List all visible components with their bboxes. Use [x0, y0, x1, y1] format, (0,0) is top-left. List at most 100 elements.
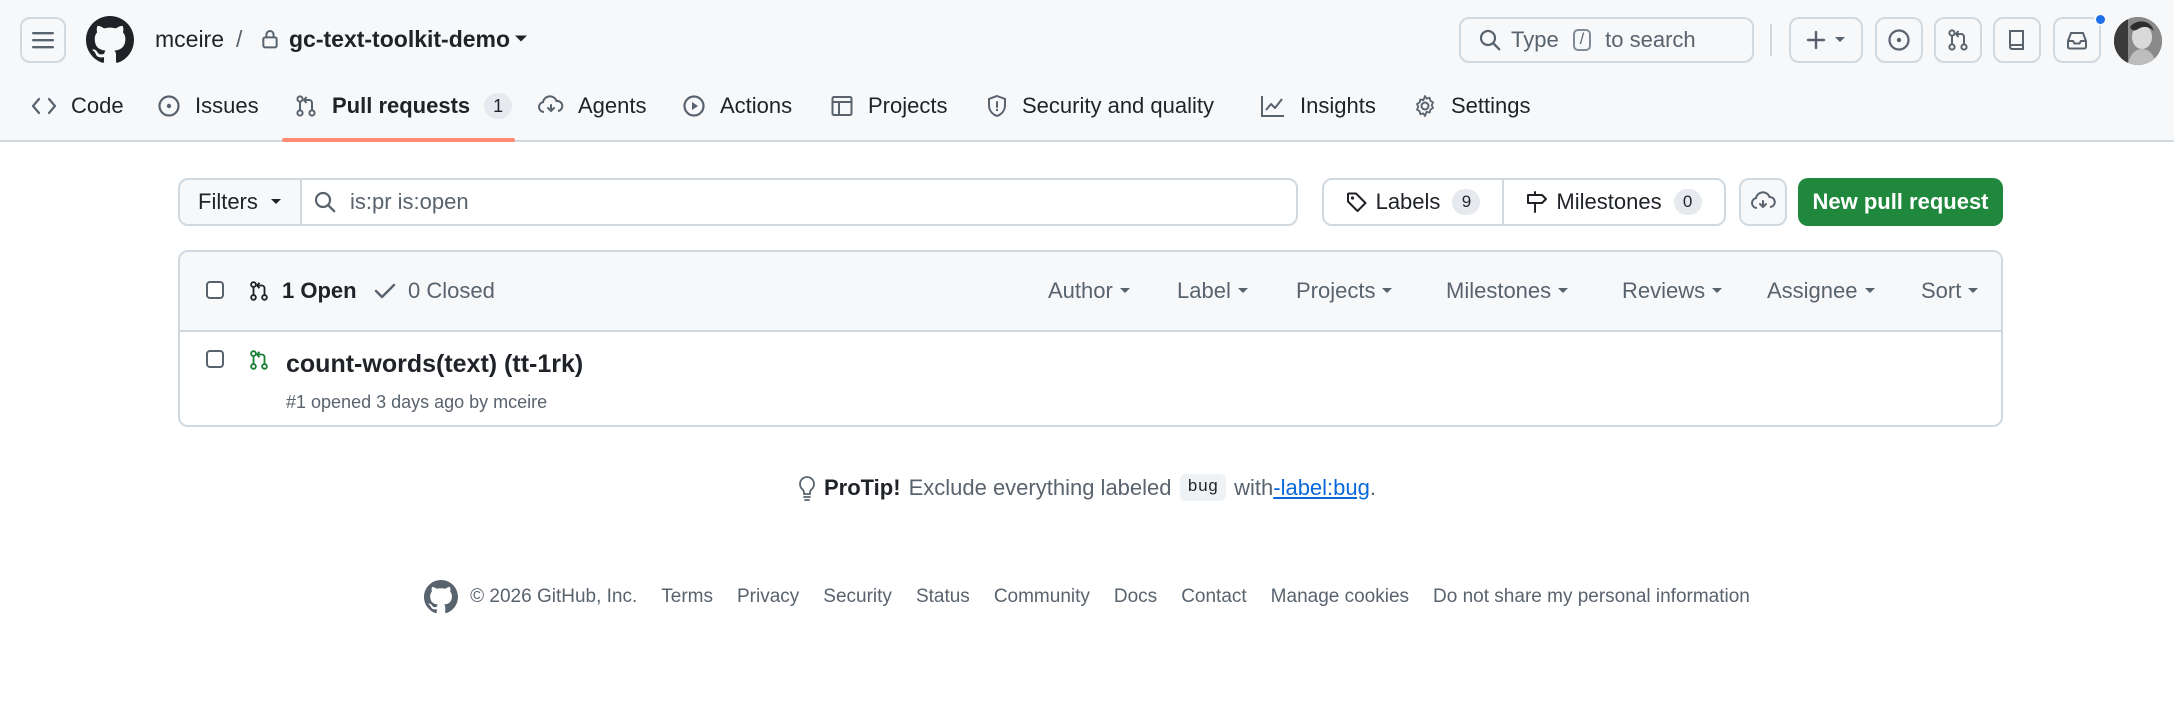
tab-pull-requests-label: Pull requests	[332, 93, 471, 118]
open-filter-link[interactable]: 1 Open	[248, 278, 357, 304]
pr-title-link[interactable]: count-words(text) (tt-1rk)	[286, 350, 583, 379]
tab-insights[interactable]: Insights	[1260, 88, 1376, 124]
footer-link-privacy[interactable]: Privacy	[737, 586, 799, 608]
protip: ProTip! Exclude everything labeled bug w…	[0, 474, 2174, 501]
filters-dropdown-button[interactable]: Filters	[178, 178, 302, 226]
user-avatar[interactable]	[2114, 17, 2162, 65]
new-pull-request-button[interactable]: New pull request	[1798, 178, 2003, 226]
search-hint-pre: Type	[1511, 27, 1559, 52]
pull-requests-shortcut-button[interactable]	[1934, 17, 1982, 63]
chevron-down-icon	[270, 199, 281, 204]
inbox-button[interactable]	[2053, 17, 2101, 63]
git-pull-request-icon	[1948, 29, 1968, 51]
assignee-filter[interactable]: Assignee	[1767, 278, 1876, 304]
author-filter-label: Author	[1048, 278, 1113, 303]
check-icon	[374, 283, 396, 299]
github-mark-icon[interactable]	[424, 580, 459, 614]
row-checkbox[interactable]	[206, 350, 224, 368]
filter-input[interactable]	[350, 189, 1250, 215]
search-hint-post: to search	[1605, 27, 1696, 52]
git-pull-request-icon	[250, 281, 268, 301]
protip-label: ProTip!	[823, 474, 901, 500]
milestones-button[interactable]: Milestones 0	[1502, 178, 1726, 226]
repo-chevron-down-icon[interactable]	[514, 34, 528, 44]
tab-code[interactable]: Code	[31, 88, 124, 124]
footer-link-community[interactable]: Community	[994, 586, 1090, 608]
pr-open-icon	[248, 348, 270, 372]
shield-icon	[988, 94, 1006, 118]
label-filter-label: Label	[1177, 278, 1231, 303]
tab-issues-label: Issues	[195, 93, 259, 118]
protip-text-mid: with	[1234, 474, 1274, 500]
tab-security-and-quality[interactable]: Security and quality	[986, 88, 1214, 124]
chevron-down-icon	[1382, 288, 1393, 293]
closed-count-label: 0 Closed	[408, 278, 495, 303]
projects-filter[interactable]: Projects	[1296, 278, 1393, 304]
app-header: mceire / gc-text-toolkit-demo Type / to se…	[0, 0, 2174, 142]
notification-indicator	[2094, 13, 2107, 26]
tab-pull-requests[interactable]: Pull requests 1	[294, 88, 513, 124]
chevron-down-icon	[1237, 288, 1248, 293]
plus-icon	[1806, 30, 1826, 50]
play-icon	[683, 95, 705, 117]
search-icon	[314, 191, 336, 213]
agent-icon	[538, 95, 564, 113]
closed-filter-link[interactable]: 0 Closed	[374, 278, 495, 304]
tag-icon	[1346, 192, 1367, 212]
github-logo-icon[interactable]	[86, 16, 134, 64]
cloud-icon	[1751, 191, 1776, 209]
breadcrumb-owner[interactable]: mceire	[155, 26, 224, 53]
git-pull-request-icon	[296, 95, 316, 117]
protip-text: Exclude everything labeled	[908, 474, 1172, 500]
menu-button[interactable]	[20, 17, 66, 63]
label-filter[interactable]: Label	[1177, 278, 1249, 304]
tab-issues[interactable]: Issues	[157, 88, 259, 124]
global-search-button[interactable]: Type / to search	[1459, 17, 1754, 63]
tab-code-label: Code	[71, 93, 124, 118]
chevron-down-icon	[1835, 37, 1845, 42]
breadcrumb-repo[interactable]: gc-text-toolkit-demo	[289, 26, 510, 53]
chevron-down-icon	[1558, 288, 1569, 293]
open-count-label: 1 Open	[282, 278, 357, 303]
footer-link-docs[interactable]: Docs	[1114, 586, 1157, 608]
milestones-filter-label: Milestones	[1446, 278, 1552, 303]
author-filter[interactable]: Author	[1048, 278, 1131, 304]
protip-link[interactable]: -label:bug	[1273, 475, 1370, 501]
pull-request-list: 1 Open 0 Closed Author Label Projects Mi…	[178, 250, 2003, 427]
lock-icon	[261, 29, 279, 49]
tab-agents[interactable]: Agents	[538, 88, 647, 124]
graph-icon	[1261, 96, 1284, 117]
tab-security-label: Security and quality	[1022, 93, 1214, 118]
footer-link-contact[interactable]: Contact	[1181, 586, 1246, 608]
tab-settings[interactable]: Settings	[1413, 88, 1531, 124]
tab-insights-label: Insights	[1300, 93, 1376, 118]
assignee-filter-label: Assignee	[1767, 278, 1858, 303]
search-shortcut-key: /	[1572, 29, 1592, 51]
tab-projects[interactable]: Projects	[830, 88, 947, 124]
light-bulb-icon	[799, 475, 815, 501]
create-new-button[interactable]	[1789, 17, 1863, 63]
sort-dropdown[interactable]: Sort	[1921, 278, 1979, 304]
projects-filter-label: Projects	[1296, 278, 1376, 303]
footer-link-status[interactable]: Status	[916, 586, 970, 608]
labels-button[interactable]: Labels 9	[1322, 178, 1504, 226]
tab-actions[interactable]: Actions	[682, 88, 792, 124]
header-divider	[1770, 24, 1772, 56]
milestones-filter[interactable]: Milestones	[1446, 278, 1569, 304]
labels-label: Labels	[1375, 189, 1441, 214]
hamburger-icon	[32, 32, 54, 49]
codespaces-button[interactable]	[1739, 178, 1787, 226]
footer-link-manage-cookies[interactable]: Manage cookies	[1271, 586, 1409, 608]
pr-meta: #1 opened 3 days ago by mceire	[286, 392, 548, 412]
footer-link-security[interactable]: Security	[823, 586, 892, 608]
reviews-filter[interactable]: Reviews	[1622, 278, 1723, 304]
protip-period: .	[1369, 474, 1377, 500]
footer-link-terms[interactable]: Terms	[661, 586, 713, 608]
issues-shortcut-button[interactable]	[1875, 17, 1923, 63]
footer-link-do-not-share[interactable]: Do not share my personal information	[1433, 586, 1750, 608]
footer-copyright-group: © 2026 GitHub, Inc.	[424, 580, 637, 614]
chevron-down-icon	[1119, 288, 1130, 293]
select-all-checkbox[interactable]	[206, 281, 224, 299]
chevron-down-icon	[1968, 288, 1979, 293]
repositories-button[interactable]	[1993, 17, 2041, 63]
